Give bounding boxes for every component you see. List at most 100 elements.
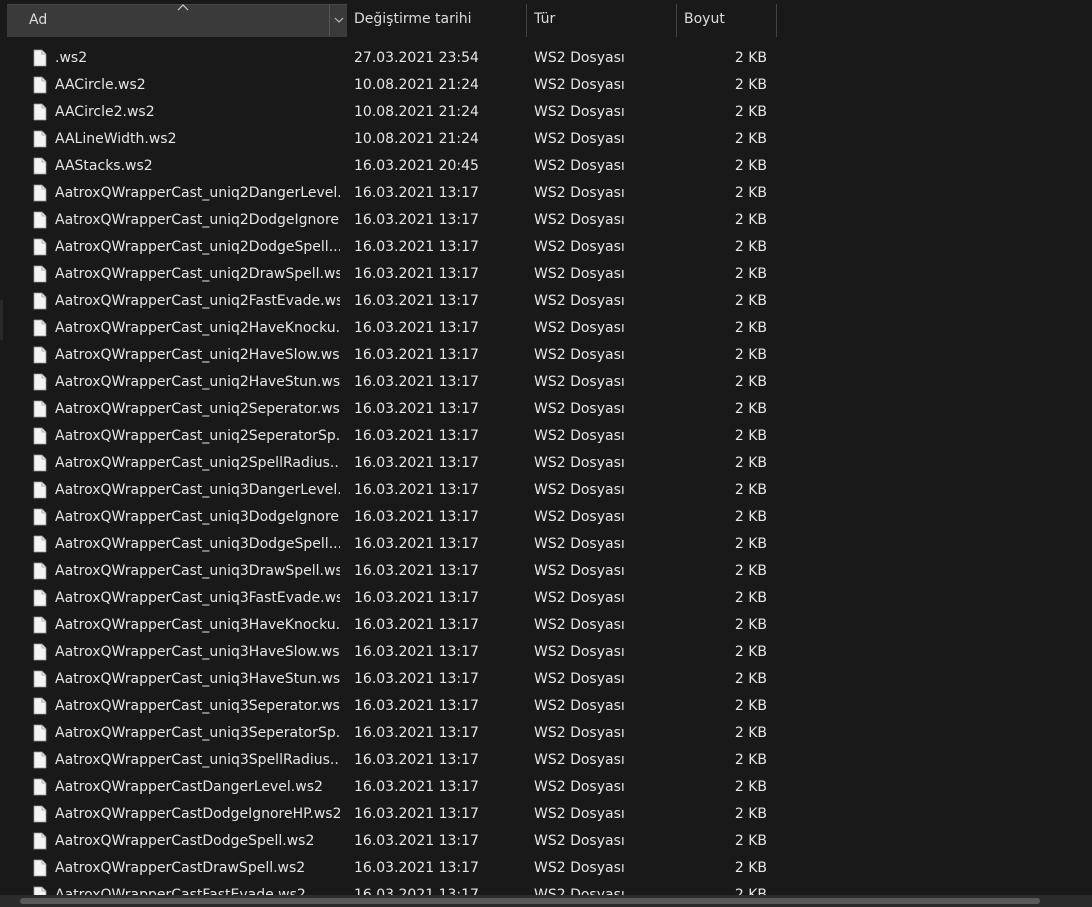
file-row[interactable]: AAStacks.ws2 16.03.2021 20:45 WS2 Dosyası 2… (0, 153, 1092, 180)
file-date: 16.03.2021 13:17 (354, 509, 479, 525)
column-menu-button[interactable] (329, 5, 348, 36)
file-icon (33, 238, 47, 256)
file-row[interactable]: AatroxQWrapperCast_uniq2DodgeIgnore... 16… (0, 207, 1092, 234)
file-name: AatroxQWrapperCastFastEvade.ws2 (55, 887, 306, 895)
file-row[interactable]: AALineWidth.ws2 10.08.2021 21:24 WS2 Dosya… (0, 126, 1092, 153)
file-icon (33, 400, 47, 418)
file-row[interactable]: AACircle2.ws2 10.08.2021 21:24 WS2 Dosyası… (0, 99, 1092, 126)
file-name: AatroxQWrapperCast_uniq2DrawSpell.ws2 (55, 266, 340, 282)
file-row[interactable]: AatroxQWrapperCast_uniq2DangerLevel.... 1… (0, 180, 1092, 207)
file-row[interactable]: AatroxQWrapperCast_uniq2DodgeSpell.... 16… (0, 234, 1092, 261)
file-icon (33, 562, 47, 580)
file-row[interactable]: AatroxQWrapperCast_uniq3HaveStun.ws2 16.0… (0, 666, 1092, 693)
file-row[interactable]: AatroxQWrapperCast_uniq2SeperatorSp... 16… (0, 423, 1092, 450)
file-name: AatroxQWrapperCast_uniq2SpellRadius.... (55, 455, 340, 471)
file-date: 16.03.2021 13:17 (354, 482, 479, 498)
file-row[interactable]: AatroxQWrapperCast_uniq3SeperatorSp... 16… (0, 720, 1092, 747)
file-row[interactable]: AatroxQWrapperCastFastEvade.ws2 16.03.202… (0, 882, 1092, 895)
file-name: AatroxQWrapperCast_uniq3FastEvade.ws2 (55, 590, 340, 606)
file-size: 2 KB (734, 77, 767, 93)
scrollbar-thumb[interactable] (20, 898, 1040, 904)
file-size: 2 KB (734, 455, 767, 471)
file-row[interactable]: AACircle.ws2 10.08.2021 21:24 WS2 Dosyası 2… (0, 72, 1092, 99)
file-icon (33, 76, 47, 94)
file-row[interactable]: AatroxQWrapperCastDodgeIgnoreHP.ws2 16.03… (0, 801, 1092, 828)
file-row[interactable]: AatroxQWrapperCast_uniq3HaveKnocku... 16.… (0, 612, 1092, 639)
file-type: WS2 Dosyası (534, 536, 625, 552)
file-size: 2 KB (734, 320, 767, 336)
file-row[interactable]: AatroxQWrapperCast_uniq3DrawSpell.ws2 16.… (0, 558, 1092, 585)
column-header-name[interactable]: Ad (7, 4, 347, 37)
file-row[interactable]: AatroxQWrapperCast_uniq2FastEvade.ws2 16.… (0, 288, 1092, 315)
horizontal-scrollbar[interactable] (0, 895, 1092, 907)
file-name: AatroxQWrapperCast_uniq2DodgeSpell.... (55, 239, 340, 255)
column-header-type[interactable]: Tür (527, 4, 677, 37)
file-date: 16.03.2021 13:17 (354, 293, 479, 309)
file-row[interactable]: AatroxQWrapperCast_uniq2SpellRadius.... 1… (0, 450, 1092, 477)
file-row[interactable]: AatroxQWrapperCast_uniq3Seperator.ws2 16.… (0, 693, 1092, 720)
file-type: WS2 Dosyası (534, 833, 625, 849)
file-date: 10.08.2021 21:24 (354, 77, 479, 93)
file-row[interactable]: AatroxQWrapperCast_uniq3SpellRadius.... 1… (0, 747, 1092, 774)
file-type: WS2 Dosyası (534, 77, 625, 93)
file-row[interactable]: .ws2 27.03.2021 23:54 WS2 Dosyası 2 KB (0, 45, 1092, 72)
file-size: 2 KB (734, 401, 767, 417)
file-date: 16.03.2021 13:17 (354, 563, 479, 579)
file-row[interactable]: AatroxQWrapperCast_uniq2HaveKnocku... 16.… (0, 315, 1092, 342)
file-size: 2 KB (734, 131, 767, 147)
file-icon (33, 616, 47, 634)
file-icon (33, 481, 47, 499)
file-icon (33, 670, 47, 688)
file-date: 16.03.2021 13:17 (354, 725, 479, 741)
column-header-date[interactable]: Değiştirme tarihi (347, 4, 527, 37)
file-name: AatroxQWrapperCastDodgeIgnoreHP.ws2 (55, 806, 340, 822)
file-size: 2 KB (734, 779, 767, 795)
file-icon (33, 292, 47, 310)
file-row[interactable]: AatroxQWrapperCast_uniq2DrawSpell.ws2 16.… (0, 261, 1092, 288)
file-icon (33, 832, 47, 850)
file-name: AACircle.ws2 (55, 77, 146, 93)
file-icon (33, 643, 47, 661)
file-type: WS2 Dosyası (534, 698, 625, 714)
column-header-size[interactable]: Boyut (677, 4, 777, 37)
file-name: AatroxQWrapperCast_uniq2HaveKnocku... (55, 320, 340, 336)
file-row[interactable]: AatroxQWrapperCast_uniq3HaveSlow.ws2 16.0… (0, 639, 1092, 666)
file-row[interactable]: AatroxQWrapperCast_uniq3DodgeIgnore... 16… (0, 504, 1092, 531)
file-row[interactable]: AatroxQWrapperCast_uniq3DangerLevel.... 1… (0, 477, 1092, 504)
file-size: 2 KB (734, 293, 767, 309)
file-type: WS2 Dosyası (534, 482, 625, 498)
file-size: 2 KB (734, 698, 767, 714)
file-icon (33, 211, 47, 229)
chevron-down-icon (334, 17, 344, 23)
file-name: AatroxQWrapperCast_uniq2HaveStun.ws2 (55, 374, 340, 390)
file-row[interactable]: AatroxQWrapperCast_uniq2HaveSlow.ws2 16.0… (0, 342, 1092, 369)
file-icon (33, 184, 47, 202)
file-row[interactable]: AatroxQWrapperCastDodgeSpell.ws2 16.03.20… (0, 828, 1092, 855)
file-name: AatroxQWrapperCast_uniq2DodgeIgnore... (55, 212, 340, 228)
column-header-size-label: Boyut (684, 11, 725, 27)
file-row[interactable]: AatroxQWrapperCastDangerLevel.ws2 16.03.2… (0, 774, 1092, 801)
file-row[interactable]: AatroxQWrapperCast_uniq3DodgeSpell.... 16… (0, 531, 1092, 558)
file-date: 16.03.2021 13:17 (354, 347, 479, 363)
file-row[interactable]: AatroxQWrapperCastDrawSpell.ws2 16.03.202… (0, 855, 1092, 882)
file-type: WS2 Dosyası (534, 509, 625, 525)
file-name: AatroxQWrapperCast_uniq3DodgeIgnore... (55, 509, 340, 525)
file-icon (33, 508, 47, 526)
file-row[interactable]: AatroxQWrapperCast_uniq3FastEvade.ws2 16.… (0, 585, 1092, 612)
file-icon (33, 346, 47, 364)
file-icon (33, 157, 47, 175)
column-header-bar: Ad Değiştirme tarihi Tür Boyut (0, 0, 1092, 40)
file-date: 16.03.2021 13:17 (354, 833, 479, 849)
file-row[interactable]: AatroxQWrapperCast_uniq2HaveStun.ws2 16.0… (0, 369, 1092, 396)
file-icon (33, 886, 47, 895)
file-size: 2 KB (734, 212, 767, 228)
file-type: WS2 Dosyası (534, 347, 625, 363)
file-icon (33, 319, 47, 337)
file-icon (33, 373, 47, 391)
file-icon (33, 589, 47, 607)
file-row[interactable]: AatroxQWrapperCast_uniq2Seperator.ws2 16.… (0, 396, 1092, 423)
file-date: 16.03.2021 13:17 (354, 698, 479, 714)
file-date: 16.03.2021 13:17 (354, 779, 479, 795)
file-size: 2 KB (734, 725, 767, 741)
file-size: 2 KB (734, 617, 767, 633)
